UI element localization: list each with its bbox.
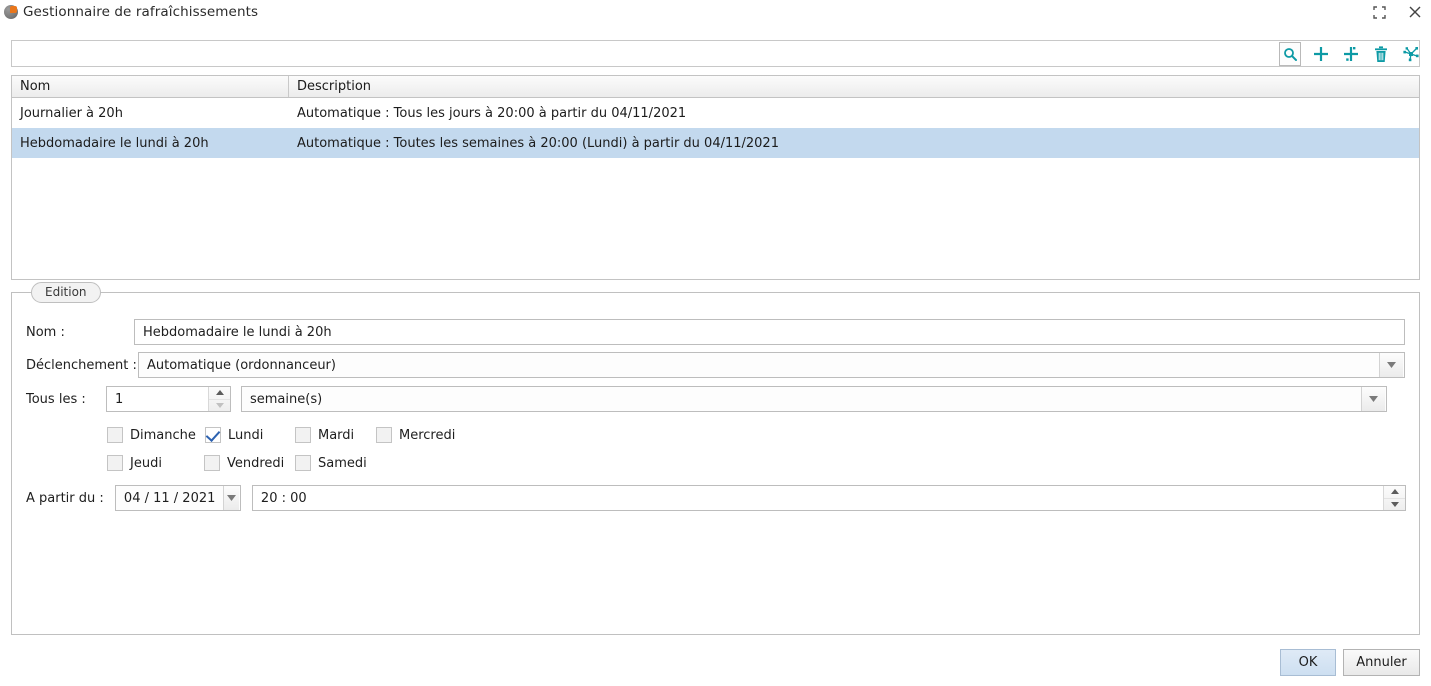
checkbox-vendredi[interactable]: Vendredi [204, 455, 284, 471]
table-body: Journalier à 20h Automatique : Tous les … [12, 98, 1419, 158]
list-toolbar [1279, 40, 1421, 68]
checkbox-box[interactable] [295, 427, 311, 443]
ok-button[interactable]: OK [1280, 649, 1336, 676]
scatter-icon[interactable] [1401, 44, 1421, 64]
cell-nom: Journalier à 20h [20, 105, 123, 121]
checkbox-label: Samedi [318, 455, 367, 471]
field-row-declenchement: Déclenchement : Automatique (ordonnanceu… [26, 352, 1406, 378]
spin-down-icon[interactable] [1384, 497, 1405, 511]
search-icon[interactable] [1279, 42, 1301, 66]
date-picker[interactable]: 04 / 11 / 2021 [114, 485, 241, 511]
checkbox-label: Mercredi [399, 427, 456, 443]
unit-value: semaine(s) [250, 391, 323, 407]
checkbox-box[interactable] [204, 455, 220, 471]
cell-description: Automatique : Toutes les semaines à 20:0… [297, 135, 779, 151]
edition-panel: Edition Nom : Hebdomadaire le lundi à 20… [11, 282, 1420, 635]
checkbox-box[interactable] [205, 427, 221, 443]
chevron-down-icon[interactable] [223, 486, 239, 510]
checkbox-jeudi[interactable]: Jeudi [107, 455, 162, 471]
checkbox-dimanche[interactable]: Dimanche [107, 427, 196, 443]
search-bar [11, 40, 1420, 67]
delete-icon[interactable] [1371, 44, 1391, 64]
checkbox-label: Vendredi [227, 455, 285, 471]
label-declenchement: Déclenchement : [26, 357, 137, 373]
unit-combo[interactable]: semaine(s) [241, 386, 1387, 412]
interval-value: 1 [115, 391, 124, 407]
nom-input[interactable]: Hebdomadaire le lundi à 20h [134, 319, 1405, 345]
label-tous-les: Tous les : [26, 391, 86, 407]
add-variant-icon[interactable] [1341, 44, 1361, 64]
checkbox-box[interactable] [376, 427, 392, 443]
table-header: Nom Description [12, 76, 1419, 98]
window-controls [1369, 0, 1425, 24]
time-value: 20 : 00 [260, 490, 307, 506]
checkbox-mercredi[interactable]: Mercredi [376, 427, 455, 443]
app-sphere-icon [3, 4, 19, 20]
schedules-table: Nom Description Journalier à 20h Automat… [11, 75, 1420, 280]
time-spin-buttons [1383, 486, 1405, 510]
checkbox-lundi[interactable]: Lundi [205, 427, 263, 443]
cell-description: Automatique : Tous les jours à 20:00 à p… [297, 105, 687, 121]
label-apartir-du: A partir du : [26, 490, 104, 506]
window-title: Gestionnaire de rafraîchissements [23, 4, 259, 20]
field-row-nom: Nom : Hebdomadaire le lundi à 20h [26, 319, 1406, 345]
add-icon[interactable] [1311, 44, 1331, 64]
checkbox-mardi[interactable]: Mardi [295, 427, 354, 443]
time-stepper[interactable]: 20 : 00 [251, 485, 1406, 511]
chevron-down-icon[interactable] [1361, 387, 1385, 411]
window-titlebar: Gestionnaire de rafraîchissements [0, 0, 1431, 24]
declenchement-value: Automatique (ordonnanceur) [147, 357, 336, 373]
checkbox-label: Jeudi [130, 455, 162, 471]
checkbox-box[interactable] [107, 455, 123, 471]
close-icon[interactable] [1405, 2, 1425, 22]
column-header-description[interactable]: Description [289, 76, 1419, 97]
label-nom: Nom : [26, 324, 65, 340]
interval-spin-buttons [208, 387, 230, 411]
maximize-icon[interactable] [1369, 2, 1389, 22]
field-row-apartir: A partir du : 04 / 11 / 2021 20 : 00 [26, 485, 1406, 511]
spin-up-icon[interactable] [209, 387, 230, 399]
table-row[interactable]: Hebdomadaire le lundi à 20h Automatique … [12, 128, 1419, 158]
table-row[interactable]: Journalier à 20h Automatique : Tous les … [12, 98, 1419, 128]
checkbox-box[interactable] [107, 427, 123, 443]
spin-up-icon[interactable] [1384, 486, 1405, 498]
interval-stepper[interactable]: 1 [106, 386, 231, 412]
cell-nom: Hebdomadaire le lundi à 20h [20, 135, 209, 151]
column-header-nom[interactable]: Nom [12, 76, 289, 97]
checkbox-label: Dimanche [130, 427, 196, 443]
checkbox-samedi[interactable]: Samedi [295, 455, 367, 471]
checkbox-label: Mardi [318, 427, 355, 443]
checkbox-box[interactable] [295, 455, 311, 471]
date-value: 04 / 11 / 2021 [123, 490, 216, 506]
cancel-button[interactable]: Annuler [1343, 649, 1420, 676]
checkbox-label: Lundi [228, 427, 264, 443]
declenchement-combo[interactable]: Automatique (ordonnanceur) [138, 352, 1405, 378]
chevron-down-icon[interactable] [1379, 353, 1403, 377]
spin-down-icon[interactable] [209, 398, 230, 412]
edition-legend: Edition [31, 282, 101, 303]
search-input[interactable] [12, 41, 1419, 66]
field-row-interval: Tous les : 1 semaine(s) [26, 386, 1406, 412]
